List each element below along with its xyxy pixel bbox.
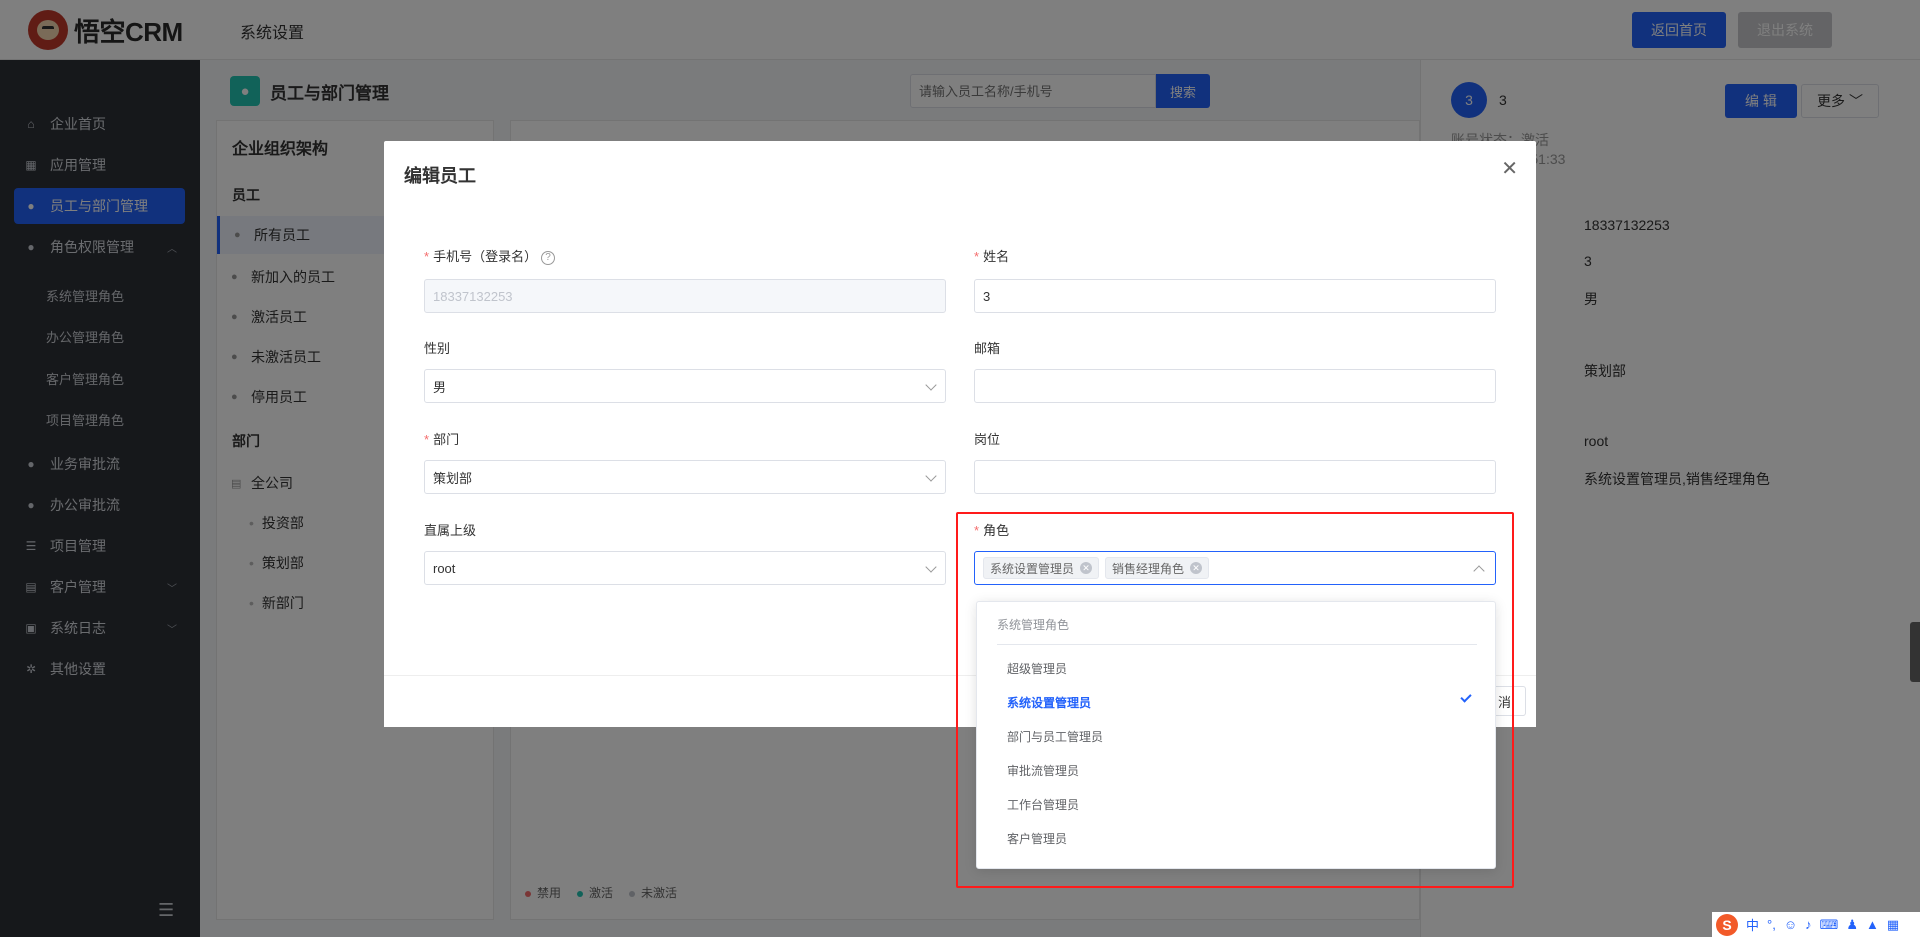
position-field[interactable] — [974, 460, 1496, 494]
phone-field: 18337132253 — [424, 279, 946, 313]
phone-label: * 手机号（登录名）? — [424, 246, 556, 265]
chevron-down-icon — [925, 470, 937, 482]
side-handle[interactable] — [1910, 622, 1920, 682]
name-field[interactable]: 3 — [974, 279, 1496, 313]
ime-tray: S 中 °, ☺ ♪ ⌨ ♟ ▲ ▦ — [1712, 912, 1920, 937]
email-label: 邮箱 — [974, 341, 1001, 356]
chevron-down-icon — [925, 379, 937, 391]
superior-label: 直属上级 — [424, 523, 477, 538]
user-icon[interactable]: ♟ — [1846, 917, 1858, 933]
gender-label: 性别 — [424, 341, 451, 356]
gender-select[interactable]: 男 — [424, 369, 946, 403]
close-icon[interactable]: ✕ — [1501, 159, 1518, 179]
grid-icon[interactable]: ▦ — [1887, 917, 1899, 933]
punctuation-icon[interactable]: °, — [1767, 917, 1776, 932]
keyboard-icon[interactable]: ⌨ — [1820, 917, 1839, 933]
help-icon[interactable]: ? — [541, 250, 556, 265]
ime-mode[interactable]: 中 — [1746, 915, 1759, 934]
mic-icon[interactable]: ♪ — [1805, 917, 1812, 932]
chevron-down-icon — [925, 561, 937, 573]
modal-title: 编辑员工 — [404, 166, 476, 186]
annotation-highlight-box — [956, 512, 1514, 888]
name-label: * 姓名 — [974, 249, 1010, 264]
superior-select[interactable]: root — [424, 551, 946, 585]
email-field[interactable] — [974, 369, 1496, 403]
sogou-icon[interactable]: S — [1716, 913, 1738, 936]
dept-select[interactable]: 策划部 — [424, 460, 946, 494]
emoji-icon[interactable]: ☺ — [1784, 917, 1797, 932]
dept-label: * 部门 — [424, 432, 460, 447]
position-label: 岗位 — [974, 432, 1001, 447]
skin-icon[interactable]: ▲ — [1866, 917, 1879, 932]
